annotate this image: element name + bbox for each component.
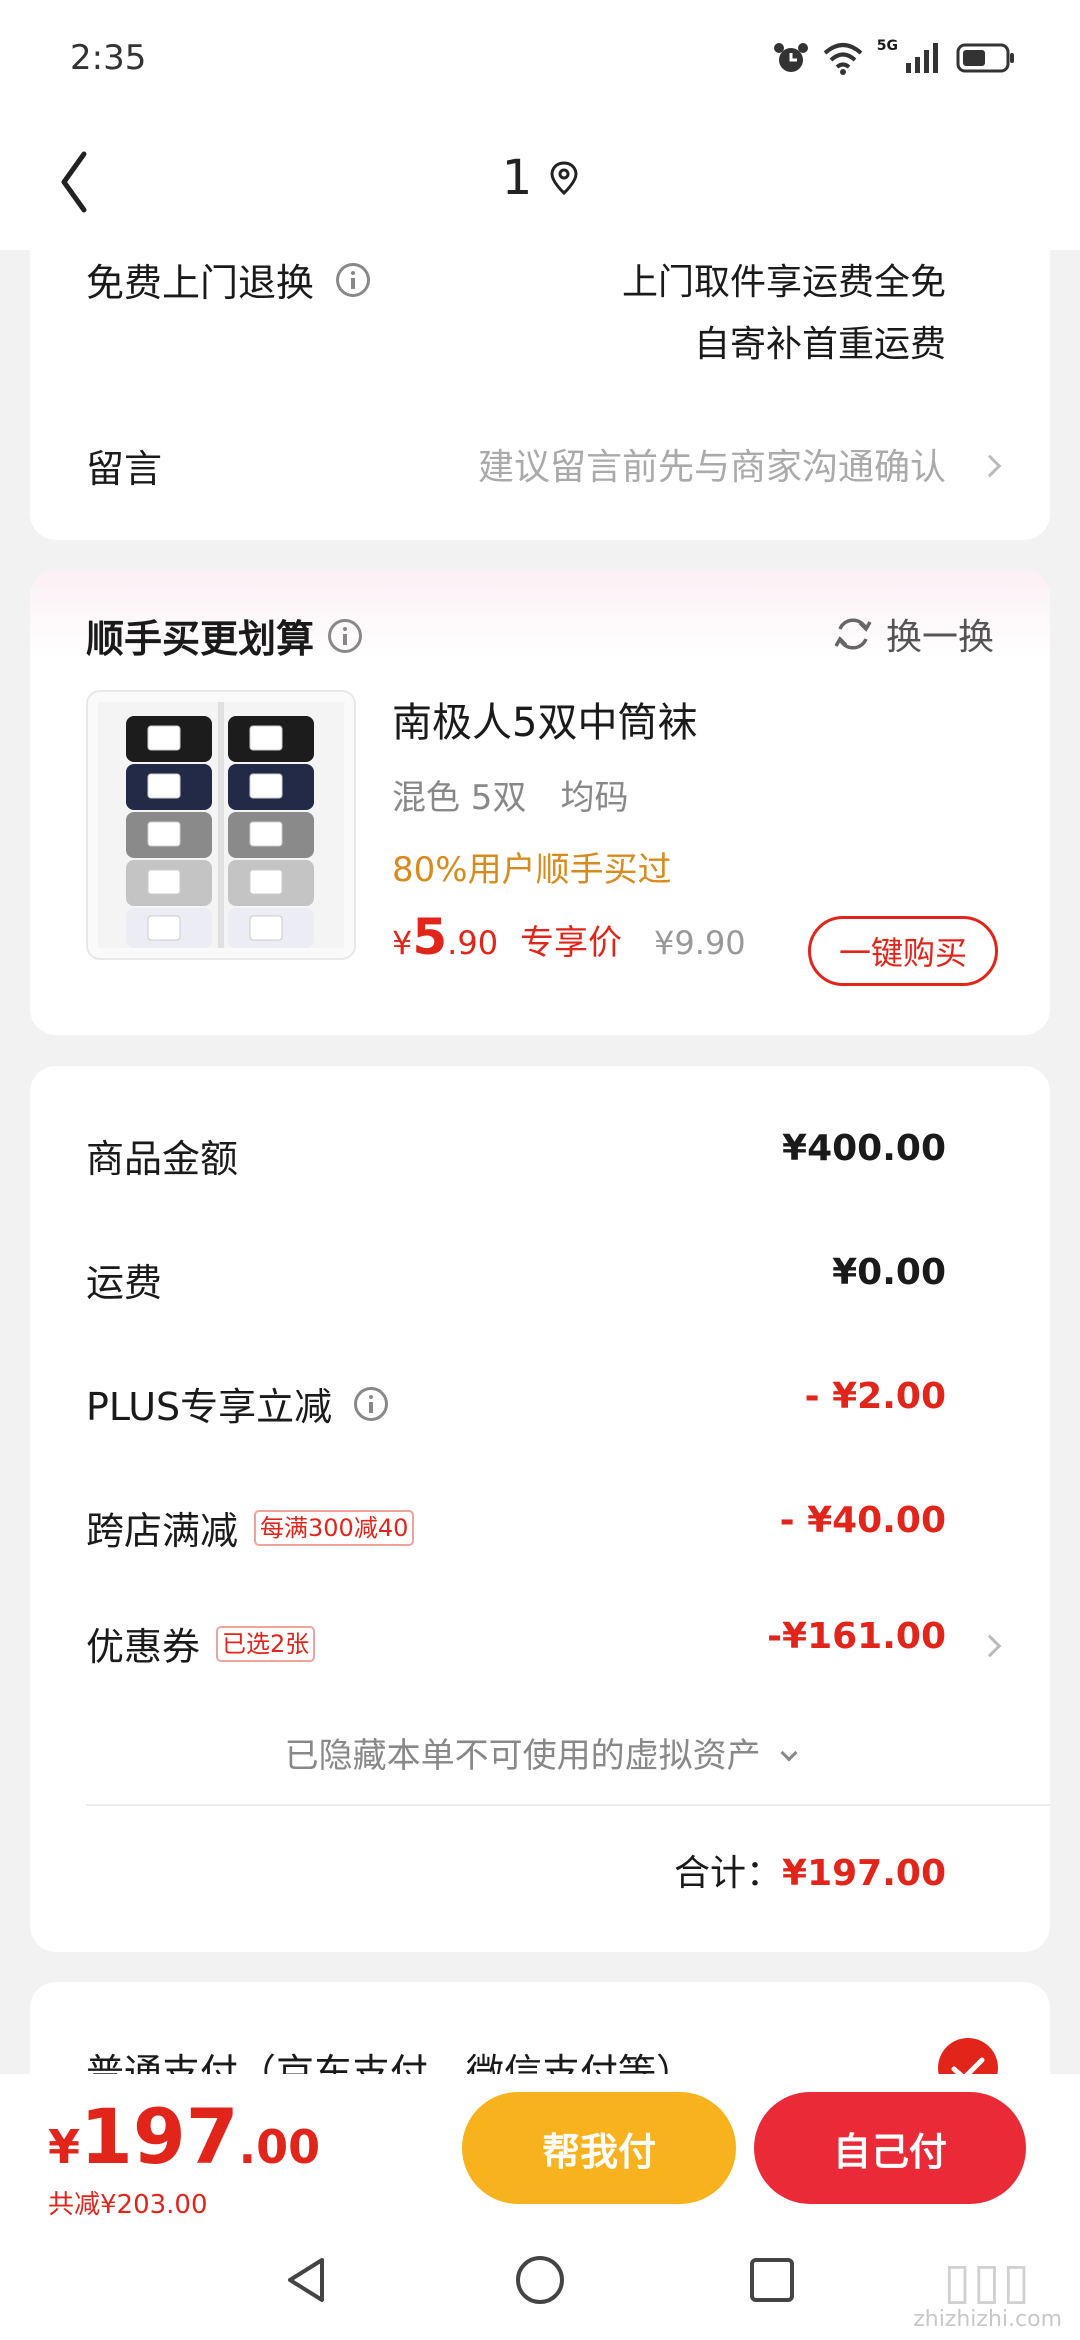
message-placeholder: 建议留言前先与商家沟通确认 — [477, 447, 946, 488]
product-social-proof: 80%用户顺手买过 — [392, 850, 672, 890]
coupon-label-row: 优惠券 已选2张 — [86, 1616, 316, 1671]
coupon-tag: 已选2张 — [216, 1625, 316, 1662]
product-price-tag: 专享价 — [520, 923, 623, 963]
page-title: 1 — [0, 150, 1080, 206]
product-price-currency: ¥ — [392, 924, 413, 962]
one-click-buy-button[interactable]: 一键购买 — [808, 916, 998, 986]
info-icon[interactable] — [336, 262, 371, 297]
product-original-price: ¥9.90 — [654, 924, 746, 962]
watermark-logo: ▯▯▯ — [943, 2252, 1032, 2310]
nav-recents-icon[interactable] — [744, 2252, 800, 2308]
order-summary-card: 商品金额 ¥400.00 运费 ¥0.00 PLUS专享立减 - ¥2.00 跨… — [30, 1066, 1050, 1952]
shipping-fee-label: 运费 — [86, 1261, 163, 1305]
refresh-label: 换一换 — [885, 617, 994, 658]
message-row[interactable]: 留言 建议留言前先与商家沟通确认 — [30, 410, 1050, 520]
status-bar: 2:35 5G — [0, 0, 1080, 120]
product-price-dec: .90 — [447, 924, 499, 962]
nav-back-icon[interactable] — [280, 2252, 336, 2308]
upsell-title: 顺手买更划算 — [86, 617, 315, 661]
checkout-bar: ¥ 197 .00 共减¥203.00 帮我付 自己付 — [0, 2074, 1080, 2224]
total-amount-dec: .00 — [238, 2120, 321, 2174]
shipping-fee-value: ¥0.00 — [832, 1252, 946, 1293]
plus-discount-label: PLUS专享立减 — [86, 1385, 333, 1429]
free-return-detail: 上门取件享运费全免 自寄补首重运费 — [622, 252, 946, 376]
free-return-line2: 自寄补首重运费 — [693, 324, 946, 365]
goods-amount-label: 商品金额 — [86, 1137, 239, 1181]
help-me-pay-label: 帮我付 — [541, 2129, 656, 2174]
upsell-header: 顺手买更划算 — [86, 608, 363, 663]
plus-discount-label-row: PLUS专享立减 — [86, 1376, 389, 1431]
refresh-icon — [834, 618, 872, 650]
goods-amount-value: ¥400.00 — [782, 1128, 946, 1169]
total-value: ¥197.00 — [782, 1853, 946, 1894]
network-type: 5G — [876, 38, 898, 54]
hidden-assets-text: 已隐藏本单不可使用的虚拟资产 — [284, 1736, 761, 1776]
service-card: 免费上门退换 上门取件享运费全免 自寄补首重运费 留言 建议留言前先与商家沟通确… — [30, 230, 1050, 540]
total-amount-currency: ¥ — [48, 2120, 81, 2174]
cross-store-discount-label: 跨店满减 — [86, 1509, 239, 1553]
product-image[interactable] — [86, 690, 356, 960]
info-icon[interactable] — [354, 1386, 389, 1421]
total-saved: 共减¥203.00 — [48, 2190, 208, 2220]
status-icons: 5G — [773, 38, 1016, 78]
chevron-right-icon — [978, 454, 1002, 478]
system-nav-bar: ▯▯▯ zhizhizhi.com — [0, 2224, 1080, 2340]
cross-store-discount-tag: 每满300减40 — [254, 1509, 415, 1546]
cross-store-discount-value: - ¥40.00 — [779, 1500, 946, 1541]
alarm-icon — [773, 43, 808, 72]
coupon-row[interactable]: 优惠券 已选2张 -¥161.00 — [30, 1596, 1050, 1706]
divider — [86, 1804, 1050, 1806]
wifi-icon — [823, 43, 863, 75]
signal-icon — [906, 43, 938, 73]
total-amount-int: 197 — [80, 2092, 239, 2181]
status-time: 2:35 — [70, 38, 147, 78]
help-me-pay-button[interactable]: 帮我付 — [462, 2092, 736, 2204]
page-title-text: 1 — [501, 150, 533, 206]
free-return-row-label: 免费上门退换 — [86, 252, 371, 307]
battery-icon — [956, 43, 1014, 73]
watermark-text: zhizhizhi.com — [913, 2307, 1062, 2332]
product-price-row: ¥ 5 .90 专享价 ¥9.90 — [392, 908, 746, 966]
chevron-right-icon — [978, 1634, 1002, 1658]
nav-home-icon[interactable] — [512, 2252, 568, 2308]
upsell-card: 顺手买更划算 换一换 南极人5双中筒袜 混色 5双 均码 80%用户顺手买过 ¥… — [30, 570, 1050, 1035]
info-icon[interactable] — [328, 618, 363, 653]
total-amount: ¥ 197 .00 — [48, 2092, 320, 2181]
total-row: 合计： ¥197.00 — [674, 1844, 946, 1896]
sock-box-illustration — [98, 702, 344, 948]
refresh-button[interactable]: 换一换 — [834, 608, 994, 660]
chevron-down-icon — [780, 1744, 798, 1762]
watermark: ▯▯▯ zhizhizhi.com — [913, 2254, 1062, 2332]
one-click-buy-label: 一键购买 — [838, 934, 967, 972]
message-label: 留言 — [86, 447, 163, 491]
coupon-value: -¥161.00 — [767, 1616, 946, 1657]
cross-store-discount-row: 跨店满减 每满300减40 — [86, 1500, 415, 1555]
pay-myself-label: 自己付 — [832, 2129, 947, 2174]
hidden-assets-toggle[interactable]: 已隐藏本单不可使用的虚拟资产 — [30, 1728, 1050, 1777]
pay-myself-button[interactable]: 自己付 — [754, 2092, 1026, 2204]
plus-discount-value: - ¥2.00 — [804, 1376, 946, 1417]
free-return-label: 免费上门退换 — [86, 261, 315, 305]
coupon-label: 优惠券 — [86, 1625, 201, 1669]
location-pin-icon[interactable] — [550, 161, 578, 195]
product-price-int: 5 — [412, 908, 448, 966]
free-return-line1: 上门取件享运费全免 — [621, 262, 946, 303]
product-name[interactable]: 南极人5双中筒袜 — [392, 690, 697, 748]
total-label: 合计： — [674, 1853, 783, 1894]
product-spec: 混色 5双 均码 — [392, 778, 629, 818]
